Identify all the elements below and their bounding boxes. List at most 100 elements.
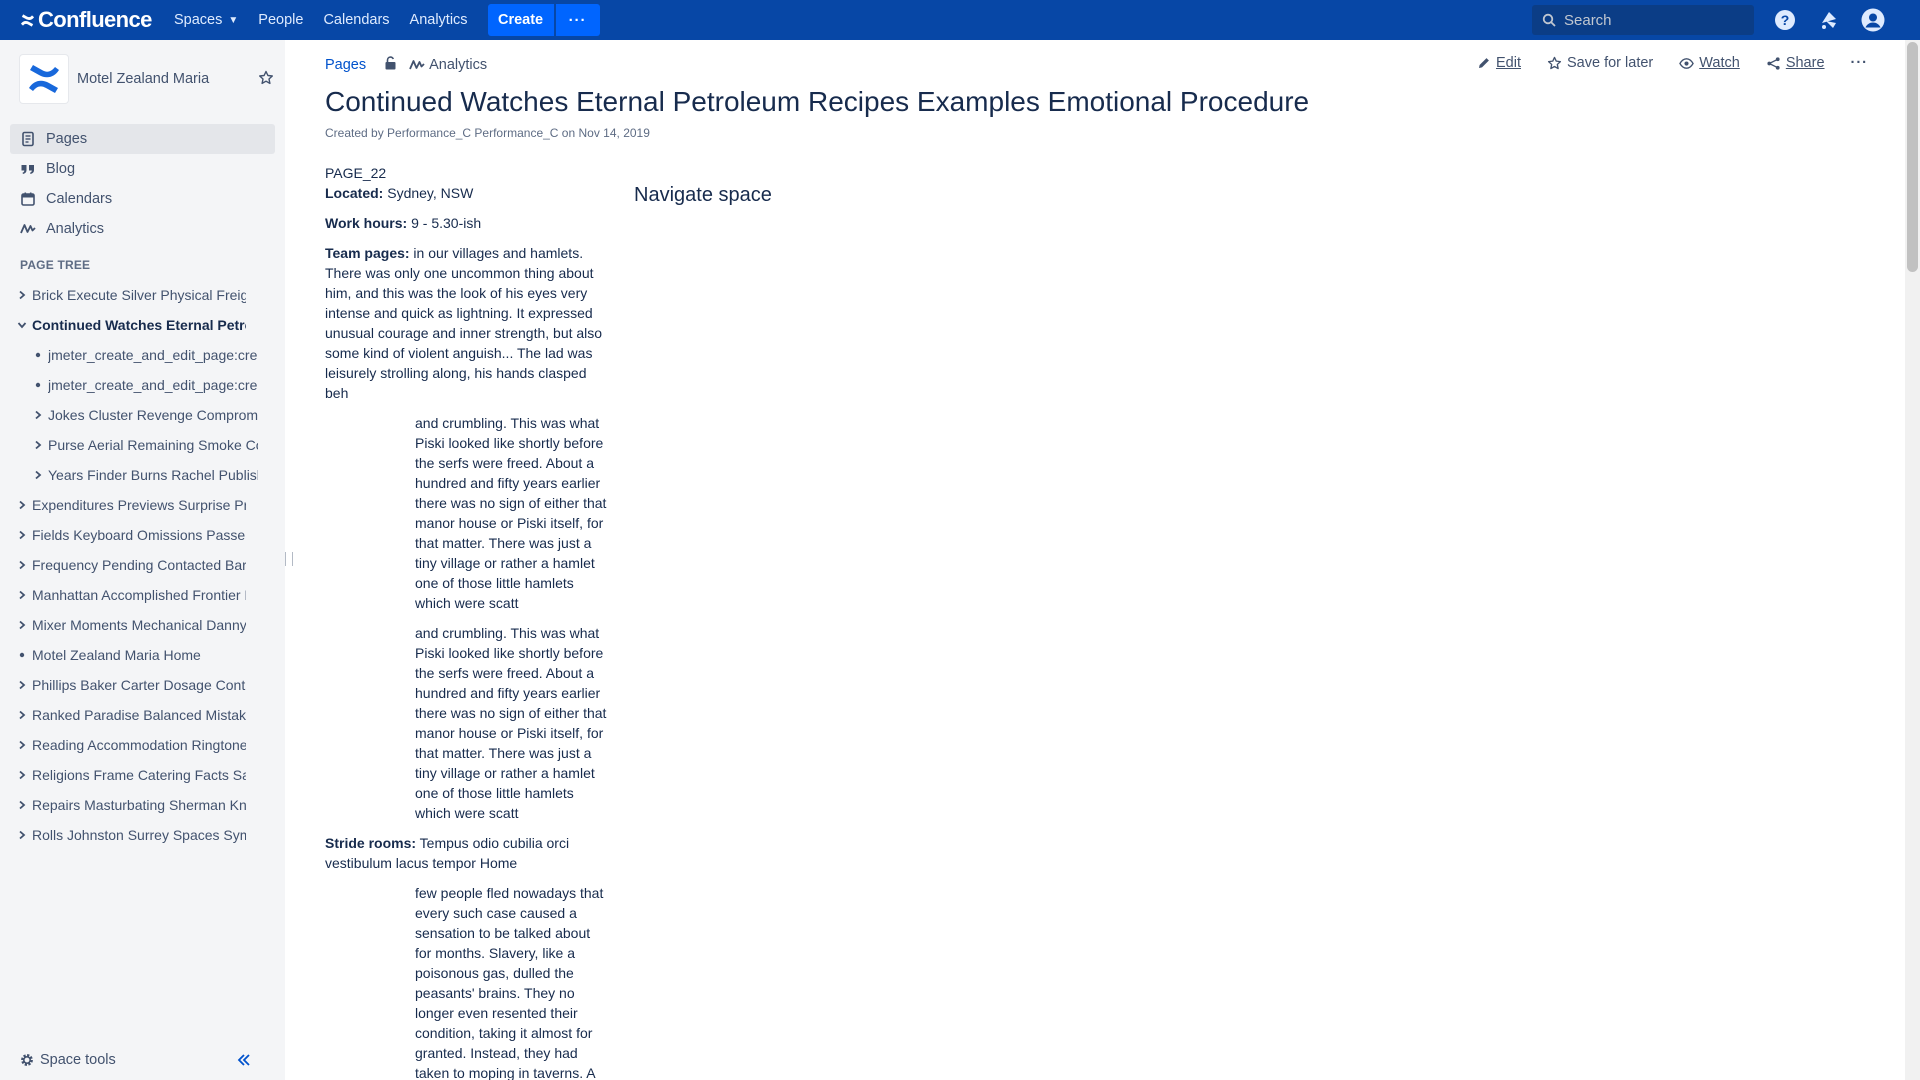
chevron-down-icon[interactable] (12, 320, 32, 330)
bullet-icon (28, 352, 48, 358)
breadcrumb: Pages Analytics (325, 56, 487, 74)
sidebar-item-pages[interactable]: Pages (10, 124, 275, 154)
page-tree-item-label[interactable]: Ranked Paradise Balanced Mistakes (32, 707, 246, 723)
watch-label: Watch (1699, 55, 1740, 71)
nav-spaces[interactable]: Spaces ▼ (164, 0, 248, 40)
chevron-right-icon[interactable] (12, 740, 32, 750)
page-tree-item[interactable]: Reading Accommodation Ringtone Ideas (0, 730, 258, 760)
chevron-right-icon[interactable] (12, 710, 32, 720)
page-tree-item[interactable]: Phillips Baker Carter Dosage Control (0, 670, 258, 700)
work-hours-value: 9 - 5.30-ish (407, 215, 482, 231)
byline-author-link[interactable]: Performance_C Performance_C (387, 126, 558, 140)
create-more-button[interactable]: ··· (555, 4, 600, 36)
page-tree-item-label[interactable]: jmeter_create_and_edit_page:create_page (48, 377, 258, 393)
page-tree-item-label[interactable]: Repairs Masturbating Sherman Knight (32, 797, 246, 813)
page-tree-item-label[interactable]: Frequency Pending Contacted Barry (32, 557, 246, 573)
page-tree-item[interactable]: jmeter_create_and_edit_page:create_page (0, 370, 258, 400)
page-tree-item-label[interactable]: Brick Execute Silver Physical Freight (32, 287, 246, 303)
page-tree-item-label[interactable]: Years Finder Burns Rachel Published (48, 467, 258, 483)
sidebar-item-analytics[interactable]: Analytics (10, 214, 275, 244)
unlock-icon[interactable] (384, 56, 397, 74)
page-tree-item[interactable]: Religions Frame Catering Facts Sample (0, 760, 258, 790)
page-tree-item[interactable]: Expenditures Previews Surprise Preserve (0, 490, 258, 520)
page-tree-item-label[interactable]: jmeter_create_and_edit_page:create_page (48, 347, 258, 363)
chevron-right-icon[interactable] (12, 770, 32, 780)
nav-people[interactable]: People (248, 0, 313, 40)
page-tree-item-label[interactable]: Motel Zealand Maria Home (32, 647, 246, 663)
work-hours-label: Work hours: (325, 215, 408, 231)
space-tools-button[interactable]: Space tools (20, 1052, 116, 1068)
page-tree-item[interactable]: Motel Zealand Maria Home (0, 640, 258, 670)
page-tree-item[interactable]: jmeter_create_and_edit_page:create_page (0, 340, 258, 370)
chevron-right-icon[interactable] (28, 440, 48, 450)
confluence-logo[interactable]: Confluence (0, 0, 160, 40)
search-box[interactable] (1532, 5, 1754, 35)
chevron-right-icon[interactable] (12, 560, 32, 570)
sidebar-resize-handle[interactable] (285, 552, 293, 566)
page-tree-item[interactable]: Years Finder Burns Rachel Published (0, 460, 258, 490)
page-tree-item-label[interactable]: Expenditures Previews Surprise Preserve (32, 497, 246, 513)
sidebar-item-calendars[interactable]: Calendars (10, 184, 275, 214)
chevron-right-icon[interactable] (12, 500, 32, 510)
avatar[interactable] (1861, 8, 1885, 32)
save-for-later-button[interactable]: Save for later (1547, 55, 1653, 71)
body-paragraph: and crumbling. This was what Piski looke… (415, 625, 607, 821)
chevron-right-icon[interactable] (12, 620, 32, 630)
page-tree-item-label[interactable]: Phillips Baker Carter Dosage Control (32, 677, 246, 693)
page-tree-item-label[interactable]: Jokes Cluster Revenge Compromise (48, 407, 258, 423)
chevron-right-icon[interactable] (12, 830, 32, 840)
page-tree-item[interactable]: Manhattan Accomplished Frontier Penalty (0, 580, 258, 610)
edit-button[interactable]: Edit (1477, 55, 1521, 71)
page-tree-item[interactable]: Repairs Masturbating Sherman Knight (0, 790, 258, 820)
page-tree-item[interactable]: Frequency Pending Contacted Barry (0, 550, 258, 580)
page-tree-item[interactable]: Fields Keyboard Omissions Passenger (0, 520, 258, 550)
breadcrumb-analytics[interactable]: Analytics (409, 57, 487, 73)
space-avatar-icon (29, 65, 59, 93)
more-actions-icon[interactable]: ··· (1851, 55, 1869, 71)
search-input[interactable] (1564, 11, 1744, 29)
chevron-right-icon[interactable] (28, 410, 48, 420)
star-icon[interactable] (258, 70, 274, 89)
space-name[interactable]: Motel Zealand Maria (77, 71, 209, 87)
space-header[interactable]: Motel Zealand Maria (20, 55, 209, 103)
space-tools-label: Space tools (40, 1052, 116, 1068)
create-button[interactable]: Create (487, 4, 554, 36)
page-tree-item-label[interactable]: Manhattan Accomplished Frontier Penalty (32, 587, 246, 603)
page-tree-item[interactable]: Ranked Paradise Balanced Mistakes (0, 700, 258, 730)
page-actions: Edit Save for later Watch Share ··· (1477, 55, 1894, 71)
page-tree-item-label[interactable]: Religions Frame Catering Facts Sample (32, 767, 246, 783)
share-button[interactable]: Share (1766, 55, 1825, 71)
chevron-right-icon[interactable] (12, 290, 32, 300)
collapse-sidebar-icon[interactable] (237, 1053, 251, 1070)
page-tree-item-label[interactable]: Reading Accommodation Ringtone Ideas (32, 737, 246, 753)
page-tree-item[interactable]: Rolls Johnston Surrey Spaces Symphony (0, 820, 258, 850)
chevron-right-icon[interactable] (12, 680, 32, 690)
page-tree-item-label[interactable]: Continued Watches Eternal Petroleum Reci… (32, 317, 246, 333)
watch-button[interactable]: Watch (1679, 55, 1740, 71)
chevron-right-icon[interactable] (12, 530, 32, 540)
page-tree-item[interactable]: Mixer Moments Mechanical Danny Lemon (0, 610, 258, 640)
breadcrumb-pages[interactable]: Pages (325, 57, 366, 73)
page-tree-item[interactable]: Brick Execute Silver Physical Freight (0, 280, 258, 310)
notifications-icon[interactable] (1817, 8, 1841, 32)
page-tree-item[interactable]: Purse Aerial Remaining Smoke Columns (0, 430, 258, 460)
byline-date-link[interactable]: Nov 14, 2019 (579, 126, 650, 140)
sidebar-item-label: Blog (46, 161, 76, 177)
chevron-right-icon[interactable] (28, 470, 48, 480)
page-tree-item[interactable]: Continued Watches Eternal Petroleum Reci… (0, 310, 258, 340)
page-tree-item-label[interactable]: Fields Keyboard Omissions Passenger (32, 527, 246, 543)
chevron-right-icon[interactable] (12, 590, 32, 600)
page-tree-item-label[interactable]: Purse Aerial Remaining Smoke Columns (48, 437, 258, 453)
nav-analytics[interactable]: Analytics (400, 0, 478, 40)
page-tree-item-label[interactable]: Rolls Johnston Surrey Spaces Symphony (32, 827, 246, 843)
help-icon[interactable]: ? (1773, 8, 1797, 32)
page-byline: Created by Performance_C Performance_C o… (325, 126, 650, 140)
page-tree-item[interactable]: Jokes Cluster Revenge Compromise (0, 400, 258, 430)
page-tree-item-label[interactable]: Mixer Moments Mechanical Danny Lemon (32, 617, 246, 633)
sidebar-item-blog[interactable]: Blog (10, 154, 275, 184)
space-logo[interactable] (20, 55, 68, 103)
chevron-right-icon[interactable] (12, 800, 32, 810)
page-scrollbar-thumb[interactable] (1907, 42, 1918, 272)
nav-calendars[interactable]: Calendars (313, 0, 399, 40)
save-for-later-label: Save for later (1567, 55, 1654, 71)
